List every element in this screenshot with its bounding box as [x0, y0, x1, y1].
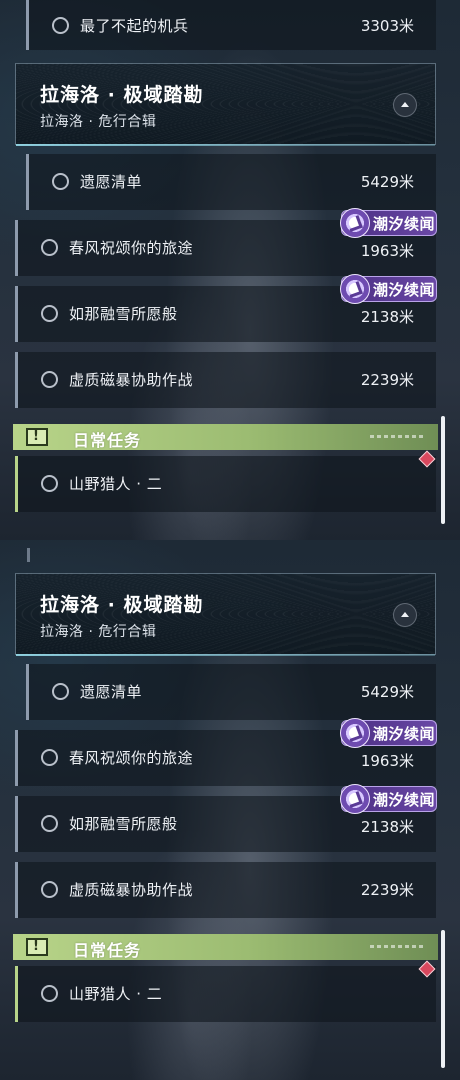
quest-name: 遗愿清单 [80, 173, 143, 191]
scrollbar[interactable] [441, 930, 445, 1068]
quest-distance: 2138米 [360, 308, 414, 326]
chevron-up-icon[interactable] [393, 93, 417, 117]
chapter-title: 拉海洛 · 极域踏勘 [40, 594, 204, 616]
story-tag-label: 潮汐续闻 [373, 725, 436, 743]
quest-name: 如那融雪所愿般 [69, 815, 178, 833]
daily-tasks-label: 日常任务 [73, 431, 142, 450]
quest-distance: 2239米 [360, 371, 414, 389]
quest-panel-top: 最了不起的机兵 3303米 拉海洛 · 极域踏勘 拉海洛 · 危行合辑 遗愿清单… [0, 0, 460, 540]
quest-panel-bottom: 拉海洛 · 极域踏勘 拉海洛 · 危行合辑 遗愿清单 5429米 春风祝颂你的旅… [0, 540, 460, 1080]
daily-tasks-label: 日常任务 [73, 941, 142, 960]
tidal-story-icon [340, 784, 370, 814]
story-tag: 潮汐续闻 [340, 784, 437, 814]
story-tag-label: 潮汐续闻 [373, 281, 436, 299]
chapter-subtitle: 拉海洛 · 危行合辑 [40, 624, 157, 640]
radio-circle-icon [41, 881, 58, 898]
quest-name: 山野猎人 · 二 [69, 475, 163, 493]
chapter-title: 拉海洛 · 极域踏勘 [40, 84, 204, 106]
header-decoration [370, 945, 424, 948]
story-tag-label: 潮汐续闻 [373, 791, 436, 809]
quest-name: 最了不起的机兵 [80, 17, 189, 35]
quest-item-prev[interactable]: 最了不起的机兵 3303米 [26, 0, 436, 50]
quest-name: 山野猎人 · 二 [69, 985, 163, 1003]
chevron-up-icon[interactable] [393, 603, 417, 627]
story-tag: 潮汐续闻 [340, 718, 437, 748]
exclamation-mark: ! [33, 429, 39, 444]
daily-tasks-header[interactable]: ! 日常任务 [13, 424, 438, 450]
exclamation-icon: ! [26, 428, 48, 446]
quest-name: 虚质磁暴协助作战 [69, 371, 194, 389]
radio-circle-icon [41, 371, 58, 388]
daily-tasks-header[interactable]: ! 日常任务 [13, 934, 438, 960]
tidal-story-icon [340, 274, 370, 304]
quest-distance: 5429米 [360, 173, 414, 191]
chapter-subtitle: 拉海洛 · 危行合辑 [40, 114, 157, 130]
story-tag: 潮汐续闻 [340, 208, 437, 238]
radio-circle-icon [52, 683, 69, 700]
tidal-story-icon [340, 208, 370, 238]
quest-name: 虚质磁暴协助作战 [69, 881, 194, 899]
story-tag-label: 潮汐续闻 [373, 215, 436, 233]
chapter-header[interactable]: 拉海洛 · 极域踏勘 拉海洛 · 危行合辑 [15, 63, 436, 146]
quest-item[interactable]: 遗愿清单 5429米 [26, 154, 436, 210]
quest-name: 春风祝颂你的旅途 [69, 749, 194, 767]
quest-item[interactable]: 虚质磁暴协助作战 2239米 [15, 862, 436, 918]
header-decoration [370, 435, 424, 438]
quest-distance: 2138米 [360, 818, 414, 836]
radio-circle-icon [41, 749, 58, 766]
tidal-story-icon [340, 718, 370, 748]
quest-name: 春风祝颂你的旅途 [69, 239, 194, 257]
exclamation-mark: ! [33, 939, 39, 954]
story-tag: 潮汐续闻 [340, 274, 437, 304]
quest-distance: 3303米 [360, 17, 414, 35]
quest-distance: 5429米 [360, 683, 414, 701]
quest-item[interactable]: 虚质磁暴协助作战 2239米 [15, 352, 436, 408]
quest-distance: 2239米 [360, 881, 414, 899]
radio-circle-icon [52, 173, 69, 190]
daily-quest-item[interactable]: 山野猎人 · 二 [15, 456, 436, 512]
scrollbar[interactable] [441, 416, 445, 524]
radio-circle-icon [52, 17, 69, 34]
radio-circle-icon [41, 475, 58, 492]
quest-distance: 1963米 [360, 242, 414, 260]
radio-circle-icon [41, 815, 58, 832]
quest-item[interactable]: 遗愿清单 5429米 [26, 664, 436, 720]
quest-name: 遗愿清单 [80, 683, 143, 701]
quest-distance: 1963米 [360, 752, 414, 770]
radio-circle-icon [41, 239, 58, 256]
chapter-header[interactable]: 拉海洛 · 极域踏勘 拉海洛 · 危行合辑 [15, 573, 436, 656]
daily-quest-item[interactable]: 山野猎人 · 二 [15, 966, 436, 1022]
quest-name: 如那融雪所愿般 [69, 305, 178, 323]
exclamation-icon: ! [26, 938, 48, 956]
radio-circle-icon [41, 305, 58, 322]
radio-circle-icon [41, 985, 58, 1002]
